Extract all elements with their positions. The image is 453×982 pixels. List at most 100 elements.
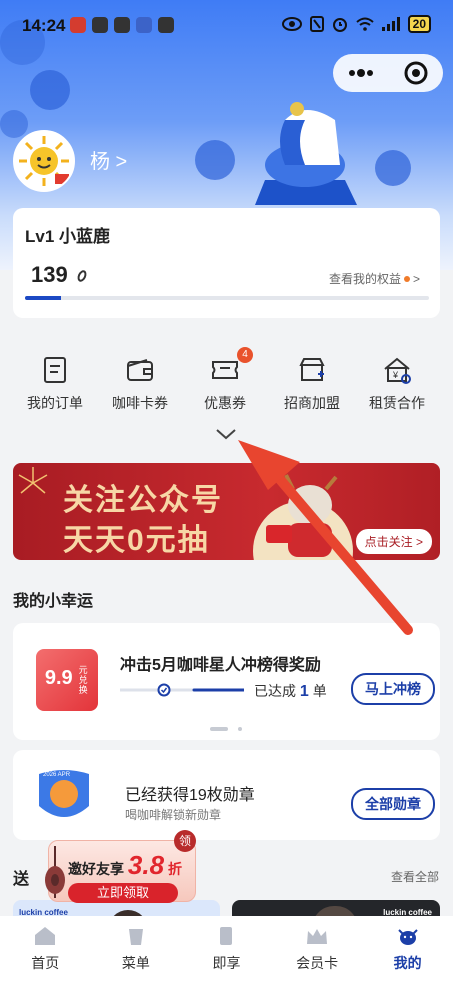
benefits-label: 查看我的权益 xyxy=(328,272,401,286)
app-notification-icon xyxy=(92,17,108,33)
follow-button[interactable]: 点击关注 > xyxy=(355,529,432,554)
view-all-link[interactable]: 查看全部 xyxy=(391,868,439,885)
coffee-points: 139 xyxy=(31,262,89,288)
avatar[interactable] xyxy=(13,130,75,192)
wifi-icon xyxy=(355,17,374,31)
app-notification-icon xyxy=(114,17,130,33)
invite-discount: 3.8 xyxy=(127,850,165,880)
sun-avatar-icon xyxy=(15,132,73,190)
tab-label: 会员卡 xyxy=(296,955,339,971)
invite-friends-float[interactable]: 邀好友享 3.8 折 领 立即领取 xyxy=(38,830,196,903)
medal-subtitle: 喝咖啡解锁新勋章 xyxy=(125,808,222,822)
tab-member-card[interactable]: 会员卡 xyxy=(272,916,363,982)
violin-decoration-icon xyxy=(45,846,65,898)
banner-headline: 关注公众号 xyxy=(63,484,223,517)
close-miniprogram-icon[interactable] xyxy=(404,61,428,85)
crown-icon xyxy=(307,929,328,944)
quick-action-label: 优惠券 xyxy=(204,395,246,411)
section-title-gift: 送 xyxy=(13,871,30,888)
deer-mascot-icon xyxy=(253,474,353,560)
deer-mascot-illustration xyxy=(255,102,357,205)
tab-instant[interactable]: 即享 xyxy=(181,916,272,982)
status-time: 14:24 xyxy=(22,16,66,35)
promo-title: 冲击5月咖啡星人冲榜得奖励 xyxy=(120,657,321,674)
miniprogram-capsule xyxy=(333,54,443,92)
view-benefits-link[interactable]: 查看我的权益 > xyxy=(329,270,420,287)
battery-level: 20 xyxy=(407,15,431,33)
carousel-indicator xyxy=(210,727,242,731)
svg-text:¥: ¥ xyxy=(392,370,399,380)
signal-icon xyxy=(381,17,400,31)
decor-ball xyxy=(375,150,411,186)
tab-label: 我的 xyxy=(393,955,422,971)
coffee-bean-icon xyxy=(75,268,89,284)
alarm-icon xyxy=(332,18,347,32)
tab-label: 即享 xyxy=(212,955,241,971)
bag-icon xyxy=(220,927,233,945)
progress-count: 1 xyxy=(299,683,309,700)
tab-home[interactable]: 首页 xyxy=(0,916,91,982)
quick-action-label: 我的订单 xyxy=(27,395,83,411)
medal-badge-icon: 2026 APR xyxy=(39,770,89,817)
quick-action-label: 咖啡卡券 xyxy=(112,395,168,411)
invite-tag: 领 xyxy=(174,830,196,852)
decor-ball xyxy=(0,110,28,138)
coupon-count-badge: 4 xyxy=(237,347,253,363)
tab-label: 首页 xyxy=(31,955,60,971)
membership-level-card: Lv1 小蓝鹿 139 查看我的权益 > xyxy=(13,208,440,318)
bottom-tab-bar: 首页 菜单 即享 会员卡 我的 xyxy=(0,916,453,982)
claim-now-button[interactable]: 立即领取 xyxy=(68,883,178,903)
nfc-icon xyxy=(309,16,324,32)
invite-title: 邀好友享 3.8 折 xyxy=(68,850,182,881)
wallet-icon xyxy=(127,359,153,381)
points-value: 139 xyxy=(31,262,68,287)
decor-ball xyxy=(195,140,235,180)
chevron-right-icon: > xyxy=(412,271,420,286)
challenge-progress-text: 已达成 1 单 xyxy=(254,681,327,701)
level-title: Lv1 小蓝鹿 xyxy=(25,227,111,246)
section-title-lucky: 我的小幸运 xyxy=(13,593,94,610)
app-notification-icon xyxy=(70,17,86,33)
eye-icon xyxy=(281,17,302,31)
deer-icon xyxy=(397,929,418,945)
rank-now-button[interactable]: 马上冲榜 xyxy=(351,673,435,705)
medal-title: 已经获得19枚勋章 xyxy=(125,787,255,804)
status-bar: 14:24 20 xyxy=(0,0,453,48)
level-progress-fill xyxy=(25,296,62,300)
quick-action-label: 租赁合作 xyxy=(369,395,425,411)
status-indicators: 20 xyxy=(281,15,431,33)
coupon-image: 9.9 元兑换 xyxy=(36,649,98,711)
invite-title-text: 邀好友享 xyxy=(68,861,124,877)
store-icon xyxy=(299,358,325,381)
coupon-icon xyxy=(212,361,238,379)
house-location-icon: ¥ xyxy=(384,357,411,384)
expand-chevron-icon[interactable] xyxy=(215,428,237,440)
quick-action-leasing[interactable]: ¥ 租赁合作 xyxy=(347,355,447,413)
username[interactable]: 杨 > xyxy=(90,145,127,174)
medal-card[interactable]: 2026 APR 已经获得19枚勋章 喝咖啡解锁新勋章 全部勋章 xyxy=(13,750,440,840)
coupon-unit: 元兑换 xyxy=(78,665,88,695)
carousel-dot xyxy=(238,727,242,731)
home-icon xyxy=(35,927,56,945)
follow-account-banner[interactable]: 关注公众号 天天0元抽 点击关注 > xyxy=(13,463,440,560)
tab-mine[interactable]: 我的 xyxy=(362,916,453,982)
all-medals-button[interactable]: 全部勋章 xyxy=(351,788,435,820)
medal-label: 2026 APR xyxy=(43,772,71,778)
tab-menu[interactable]: 菜单 xyxy=(91,916,182,982)
lucky-promo-card[interactable]: 9.9 元兑换 冲击5月咖啡星人冲榜得奖励 已达成 1 单 马上冲榜 xyxy=(13,623,440,740)
banner-subheadline: 天天0元抽 xyxy=(63,524,210,557)
decor-ball xyxy=(30,70,70,110)
cup-icon xyxy=(128,929,143,945)
level-progress-bar xyxy=(25,296,429,300)
app-notification-icon xyxy=(136,17,152,33)
invite-discount-unit: 折 xyxy=(167,861,182,877)
coupon-value: 9.9 xyxy=(44,667,73,690)
challenge-progress-track xyxy=(120,683,244,697)
tab-label: 菜单 xyxy=(121,955,150,971)
more-icon[interactable] xyxy=(348,69,374,77)
quick-action-label: 招商加盟 xyxy=(284,395,340,411)
firework-icon xyxy=(18,467,48,494)
quick-action-coupons[interactable]: 4 优惠券 xyxy=(175,347,275,413)
notification-dot xyxy=(403,275,410,282)
app-notification-icon xyxy=(158,17,174,33)
